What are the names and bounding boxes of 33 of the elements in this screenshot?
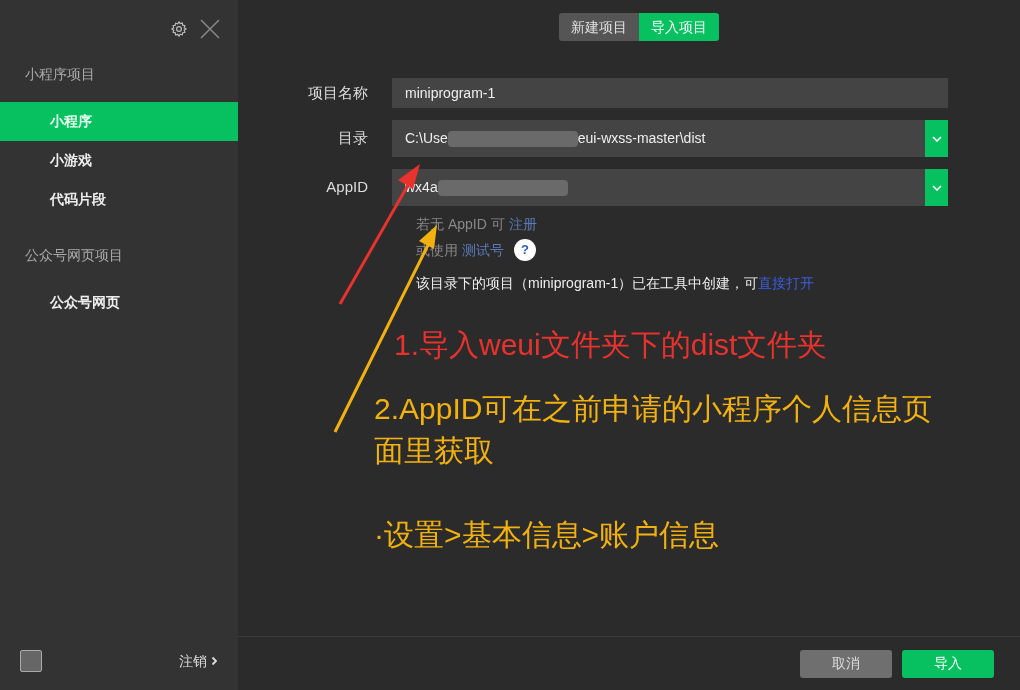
hint-text: 若无 AppID 可 — [416, 215, 505, 234]
input-field[interactable]: miniprogram-1 — [392, 78, 948, 108]
logout-button[interactable]: 注销 — [179, 650, 218, 672]
sidebar-item[interactable]: 小游戏 — [0, 141, 238, 180]
register-link[interactable]: 注册 — [508, 214, 537, 235]
close-icon[interactable] — [200, 19, 220, 39]
sidebar-group-title: 小程序项目 — [24, 64, 96, 84]
avatar-icon[interactable] — [20, 650, 42, 672]
annotation-text: ·设置>基本信息>账户信息 — [374, 517, 721, 553]
test-account-link[interactable]: 测试号 — [462, 239, 504, 261]
sidebar-group-title: 公众号网页项目 — [24, 245, 124, 265]
notice-text: 该目录下的项目（miniprogram-1）已在工具中创建，可直接打开 — [415, 274, 816, 293]
dropdown-button[interactable] — [925, 120, 948, 157]
dropdown-button[interactable] — [925, 169, 948, 206]
sidebar-item[interactable]: 代码片段 — [0, 180, 238, 219]
sidebar-item[interactable]: 公众号网页 — [0, 283, 238, 322]
field-value: eui-wxss-master\dist — [577, 129, 706, 148]
chevron-down-icon — [931, 135, 942, 142]
help-icon[interactable]: ? — [514, 239, 536, 261]
field-label: 目录 — [337, 128, 369, 149]
chevron-down-icon — [931, 184, 942, 191]
field-value: miniprogram-1 — [405, 83, 496, 103]
annotation-text: 1.导入weui文件夹下的dist文件夹 — [394, 327, 829, 363]
settings-icon[interactable] — [170, 20, 188, 38]
annotation-text: 2.AppID可在之前申请的小程序个人信息页 — [374, 391, 934, 427]
cancel-button[interactable]: 取消 — [800, 649, 892, 678]
field-value: C:\Use — [405, 129, 448, 148]
input-field[interactable]: C:\Use eui-wxss-master\dist — [392, 120, 948, 157]
annotation-text: 面里获取 — [374, 433, 495, 469]
tab[interactable]: 新建项目 — [559, 13, 639, 41]
field-label: 项目名称 — [307, 82, 369, 103]
field-label: AppID — [325, 177, 369, 198]
chevron-right-icon — [211, 656, 218, 666]
